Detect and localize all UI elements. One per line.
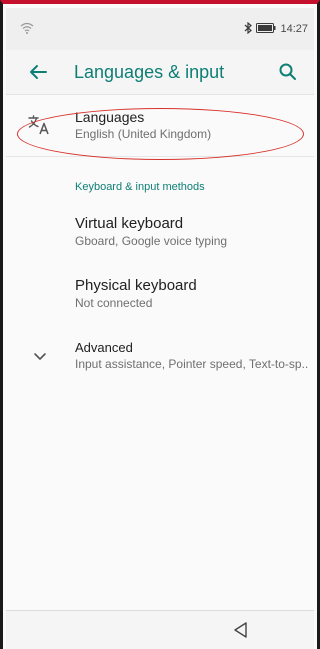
status-icons: 14:27	[244, 21, 308, 37]
section-header-keyboard: Keyboard & input methods	[75, 181, 205, 193]
status-bar: 14:27	[6, 8, 314, 50]
status-time: 14:27	[280, 23, 308, 35]
physical-keyboard-title: Physical keyboard	[75, 277, 197, 294]
search-icon[interactable]	[276, 60, 300, 84]
nav-back-icon[interactable]	[231, 620, 251, 640]
phone-frame: 14:27 Languages & input Languages Englis…	[0, 0, 320, 649]
navigation-bar	[6, 610, 314, 649]
app-bar: Languages & input	[6, 50, 314, 95]
page-title: Languages & input	[74, 62, 225, 82]
chevron-down-icon	[34, 353, 46, 360]
languages-title: Languages	[75, 109, 145, 125]
advanced-item[interactable]: Advanced Input assistance, Pointer speed…	[6, 334, 314, 386]
arrow-back-icon[interactable]	[26, 60, 50, 84]
virtual-keyboard-item[interactable]: Virtual keyboard Gboard, Google voice ty…	[6, 204, 314, 260]
advanced-subtitle: Input assistance, Pointer speed, Text-to…	[75, 357, 309, 371]
battery-icon	[256, 22, 276, 36]
wifi-icon	[20, 22, 34, 37]
physical-keyboard-subtitle: Not connected	[75, 296, 153, 310]
translate-icon	[28, 115, 49, 135]
physical-keyboard-item[interactable]: Physical keyboard Not connected	[6, 266, 314, 322]
virtual-keyboard-subtitle: Gboard, Google voice typing	[75, 234, 228, 248]
virtual-keyboard-title: Virtual keyboard	[75, 215, 184, 232]
languages-subtitle: English (United Kingdom)	[75, 127, 212, 141]
advanced-title: Advanced	[75, 340, 133, 355]
bluetooth-icon	[244, 21, 253, 37]
languages-item[interactable]: Languages English (United Kingdom)	[6, 96, 314, 157]
